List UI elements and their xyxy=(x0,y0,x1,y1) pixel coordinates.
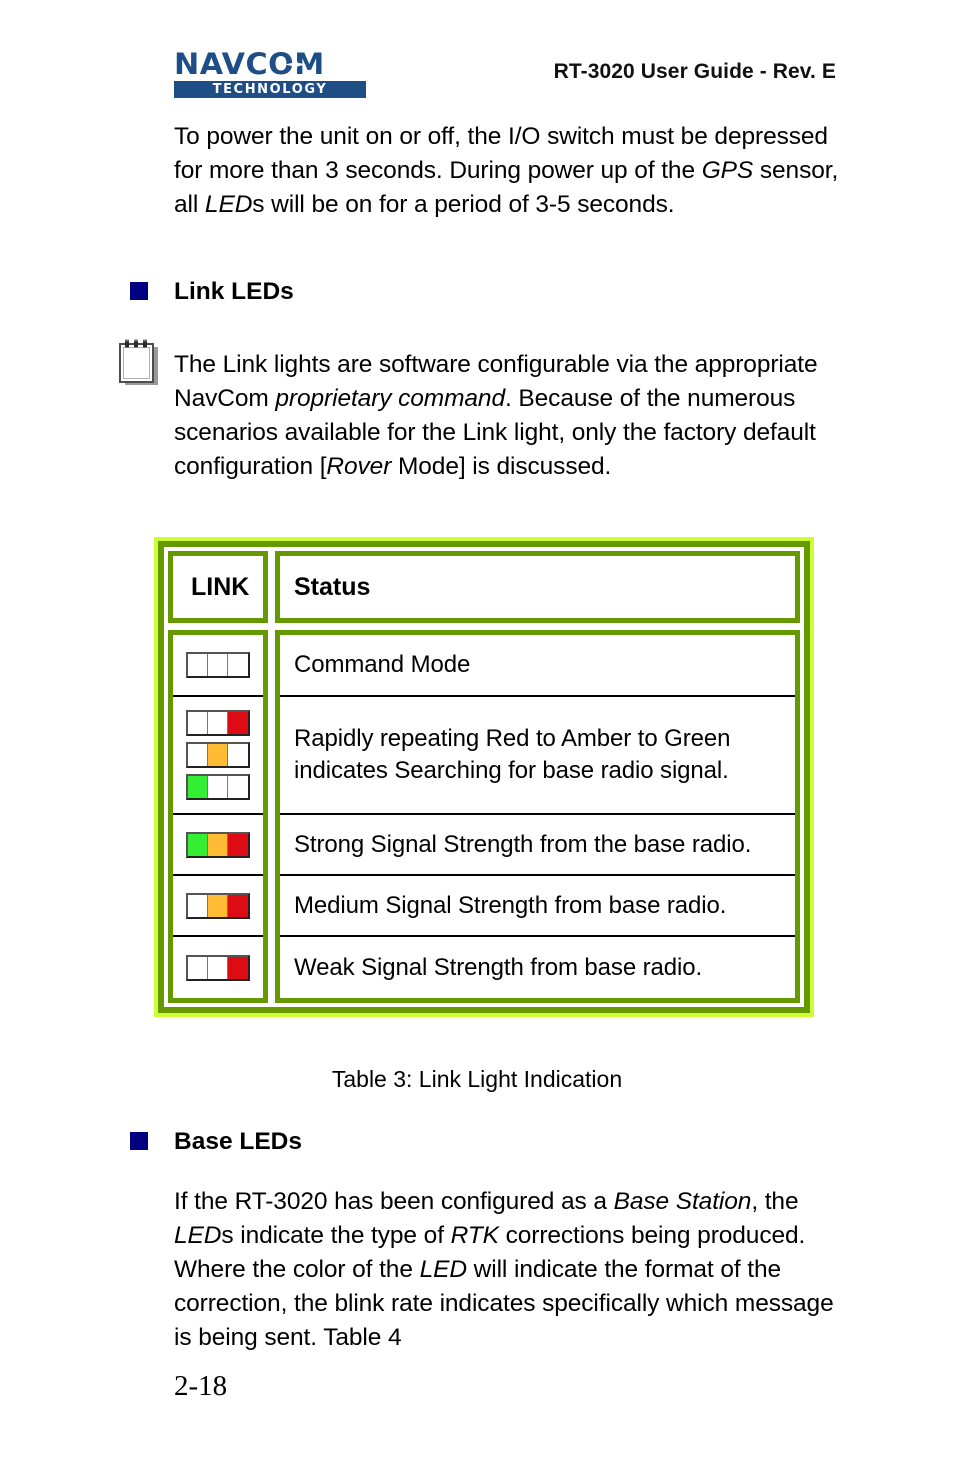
led-indicator xyxy=(186,710,250,736)
page-header: NAVCOM TECHNOLOGY RT-3020 User Guide - R… xyxy=(174,50,836,104)
table-header-row: LINK Status xyxy=(168,551,800,623)
table-row: Strong Signal Strength from the base rad… xyxy=(280,815,795,876)
table-status-column: Command Mode Rapidly repeating Red to Am… xyxy=(275,630,800,1003)
led-segment-green xyxy=(188,776,208,798)
star-icon xyxy=(285,54,306,75)
led-segment-red xyxy=(228,894,248,917)
navcom-logo: NAVCOM TECHNOLOGY xyxy=(174,50,366,98)
heading-base-leds: Base LEDs xyxy=(130,1128,302,1156)
table-header-status-cell: Status xyxy=(275,551,800,623)
base-paragraph: If the RT-3020 has been configured as a … xyxy=(174,1188,834,1351)
led-segment-off xyxy=(188,712,208,734)
led-segment-amber xyxy=(208,833,228,856)
table-inner-border: LINK Status Command Mode Rapidly repeati… xyxy=(158,541,810,1013)
table-caption: Table 3: Link Light Indication xyxy=(331,1066,623,1092)
heading-base-leds-label: Base LEDs xyxy=(174,1128,303,1155)
intro-paragraph: To power the unit on or off, the I/O swi… xyxy=(174,123,839,218)
led-indicator xyxy=(186,831,250,858)
bullet-square-icon xyxy=(130,282,148,300)
led-segment-off xyxy=(208,712,228,734)
table-row: Command Mode xyxy=(280,635,795,697)
status-text: Rapidly repeating Red to Amber to Green … xyxy=(294,725,731,784)
table-outer-border: LINK Status Command Mode Rapidly repeati… xyxy=(154,537,814,1017)
table-header-link-label: LINK xyxy=(191,572,250,601)
table-row: Rapidly repeating Red to Amber to Green … xyxy=(280,697,795,815)
document-header-title: RT-3020 User Guide - Rev. E xyxy=(553,60,836,83)
bullet-square-icon xyxy=(130,1132,148,1150)
document-page: NAVCOM TECHNOLOGY RT-3020 User Guide - R… xyxy=(0,0,954,1475)
led-segment-off xyxy=(208,654,228,676)
led-indicator xyxy=(186,774,250,800)
status-text: Command Mode xyxy=(294,651,471,678)
logo-subtitle: TECHNOLOGY xyxy=(212,82,328,97)
led-segment-off xyxy=(208,956,228,979)
table-row xyxy=(173,697,263,815)
page-number: 2-18 xyxy=(174,1370,228,1402)
led-segment-amber xyxy=(208,894,228,917)
table-link-column xyxy=(168,630,268,1003)
led-indicator xyxy=(186,742,250,768)
led-segment-amber xyxy=(208,744,228,766)
led-segment-off xyxy=(188,654,208,676)
status-text: Weak Signal Strength from base radio. xyxy=(294,953,703,981)
heading-link-leds-label: Link LEDs xyxy=(174,278,294,305)
heading-link-leds: Link LEDs xyxy=(130,278,294,306)
led-segment-red xyxy=(228,833,248,856)
led-segment-off xyxy=(188,956,208,979)
led-segment-off xyxy=(188,894,208,917)
led-segment-off xyxy=(208,776,228,798)
led-indicator xyxy=(186,652,250,678)
led-segment-red xyxy=(228,712,248,734)
led-segment-red xyxy=(228,956,248,979)
table-row xyxy=(173,635,263,697)
led-segment-off xyxy=(228,776,248,798)
logo-subtitle-band: TECHNOLOGY xyxy=(174,81,366,98)
link-light-table: LINK Status Command Mode Rapidly repeati… xyxy=(154,537,814,1017)
status-text: Medium Signal Strength from base radio. xyxy=(294,891,727,919)
table-row xyxy=(173,815,263,876)
table-row: Medium Signal Strength from base radio. xyxy=(280,876,795,937)
table-body: Command Mode Rapidly repeating Red to Am… xyxy=(168,630,800,1003)
logo-wordmark-row: NAVCOM xyxy=(174,50,366,79)
led-segment-green xyxy=(188,833,208,856)
table-header-link-cell: LINK xyxy=(168,551,268,623)
led-segment-off xyxy=(188,744,208,766)
notepad-icon xyxy=(116,338,164,386)
led-indicator xyxy=(186,954,250,981)
status-text: Strong Signal Strength from the base rad… xyxy=(294,830,752,858)
led-segment-off xyxy=(228,654,248,676)
table-row xyxy=(173,937,263,998)
table-row: Weak Signal Strength from base radio. xyxy=(280,937,795,998)
led-indicator xyxy=(186,892,250,919)
table-header-status-label: Status xyxy=(294,572,371,601)
note-paragraph: The Link lights are software configurabl… xyxy=(174,351,818,480)
led-segment-off xyxy=(228,744,248,766)
table-row xyxy=(173,876,263,937)
